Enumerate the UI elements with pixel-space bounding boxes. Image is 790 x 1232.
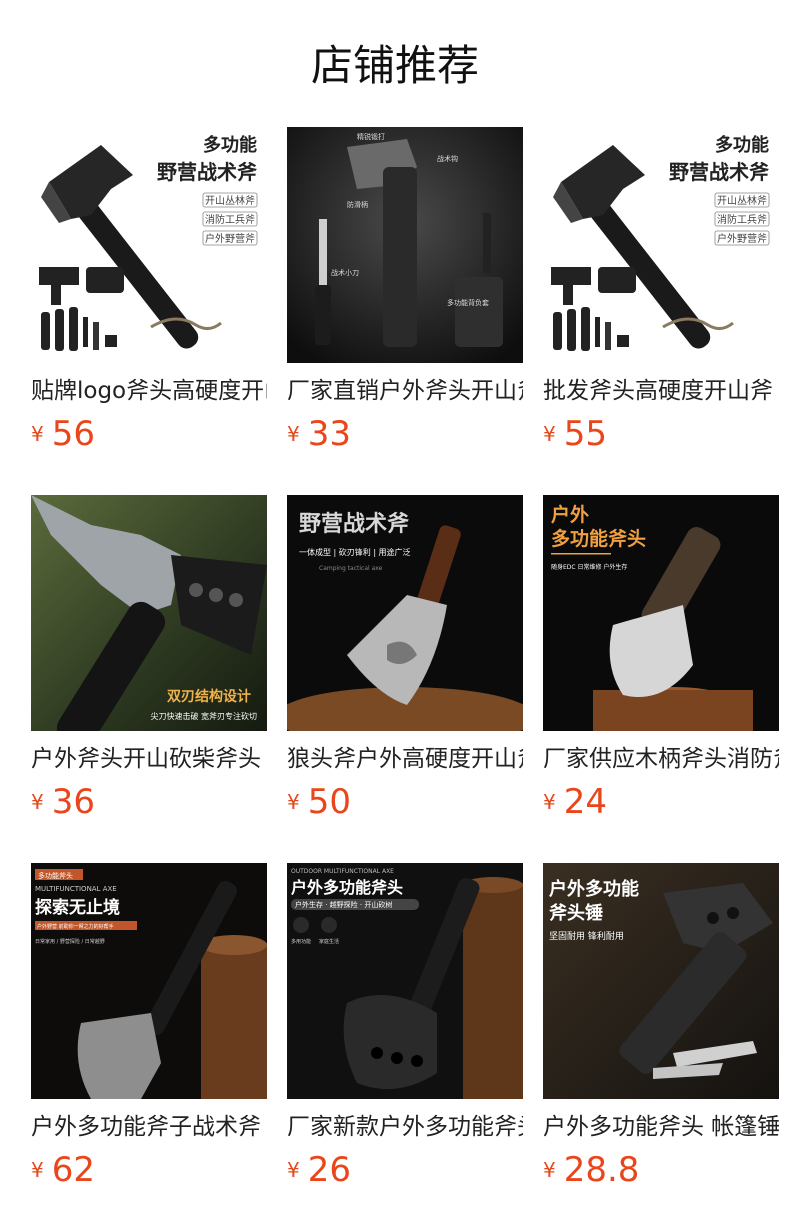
image-banner-text: 野营战术斧 xyxy=(157,160,258,184)
product-card[interactable]: 户外多功能 斧头锤 坚固耐用 锋利耐用 户外多功能斧头 帐篷锤 ¥28.8 xyxy=(543,863,779,1196)
product-price: ¥56 xyxy=(31,414,267,460)
product-image[interactable]: 户外 多功能斧头 随身EDC 日常维修 户外生存 xyxy=(543,495,779,731)
image-banner-text: 户外生存 · 越野探险 · 开山砍树 xyxy=(295,900,392,909)
image-callout: 防滑柄 xyxy=(347,200,368,209)
price-value: 50 xyxy=(307,782,351,822)
product-title[interactable]: 厂家新款户外多功能斧头 xyxy=(287,1112,523,1142)
image-banner-text: 斧头锤 xyxy=(549,902,603,924)
image-tag: 开山丛林斧 xyxy=(717,194,767,207)
product-card[interactable]: 多功能 野营战术斧 开山丛林斧 消防工兵斧 户外野营斧 贴牌logo斧头高硬度开… xyxy=(31,127,267,460)
currency-symbol: ¥ xyxy=(31,422,44,446)
product-image[interactable]: 野营战术斧 一体成型 | 砍刃锋利 | 用途广泛 Camping tactica… xyxy=(287,495,523,731)
product-title[interactable]: 厂家供应木柄斧头消防斧 xyxy=(543,744,779,774)
product-title[interactable]: 批发斧头高硬度开山斧 xyxy=(543,376,779,406)
image-banner-text: 野营战术斧 xyxy=(299,512,410,537)
image-banner-text: 户外多功能 xyxy=(549,878,639,900)
currency-symbol: ¥ xyxy=(287,790,300,814)
product-image[interactable]: 户外多功能 斧头锤 坚固耐用 锋利耐用 xyxy=(543,863,779,1099)
image-banner-text: 户外多功能斧头 xyxy=(291,878,403,897)
currency-symbol: ¥ xyxy=(287,1158,300,1182)
product-price: ¥50 xyxy=(287,782,523,828)
image-tag: 户外野营斧 xyxy=(205,232,255,245)
image-callout: 多功能背负套 xyxy=(447,298,489,307)
product-price: ¥26 xyxy=(287,1150,523,1196)
image-banner-text: 探索无止境 xyxy=(35,897,120,918)
image-banner-text: 日常家用 / 野营探险 / 日常越野 xyxy=(35,938,105,945)
product-price: ¥55 xyxy=(543,414,779,460)
product-title[interactable]: 户外多功能斧子战术斧 xyxy=(31,1112,267,1142)
image-badge: 家庭生活 xyxy=(319,938,339,945)
price-value: 55 xyxy=(563,414,607,454)
product-image[interactable]: 多功能 野营战术斧 开山丛林斧 消防工兵斧 户外野营斧 xyxy=(543,127,779,363)
price-value: 24 xyxy=(563,782,607,822)
currency-symbol: ¥ xyxy=(543,1158,556,1182)
product-price: ¥36 xyxy=(31,782,267,828)
currency-symbol: ¥ xyxy=(31,790,44,814)
price-value: 33 xyxy=(307,414,351,454)
image-tag: 开山丛林斧 xyxy=(205,194,255,207)
image-callout: 战术小刀 xyxy=(331,268,359,277)
product-price: ¥28.8 xyxy=(543,1150,779,1196)
product-card[interactable]: 多功能 野营战术斧 开山丛林斧 消防工兵斧 户外野营斧 批发斧头高硬度开山斧 ¥… xyxy=(543,127,779,460)
image-banner-text: 一体成型 | 砍刃锋利 | 用途广泛 xyxy=(299,547,411,557)
image-banner-text: 双刃结构设计 xyxy=(167,688,251,705)
image-tag: 消防工兵斧 xyxy=(205,213,255,226)
product-price: ¥33 xyxy=(287,414,523,460)
image-banner-text: OUTDOOR MULTIFUNCTIONAL AXE xyxy=(291,868,394,875)
image-banner-text: 多功能 xyxy=(715,134,769,156)
image-callout: 精锐锻打 xyxy=(357,132,385,141)
image-banner-text: 多功能 xyxy=(203,134,257,156)
product-title[interactable]: 户外多功能斧头 帐篷锤 xyxy=(543,1112,779,1142)
product-image[interactable]: 精锐锻打 战术钩 防滑柄 战术小刀 多功能背负套 xyxy=(287,127,523,363)
price-value: 28.8 xyxy=(563,1150,640,1190)
product-image[interactable]: 多功能 野营战术斧 开山丛林斧 消防工兵斧 户外野营斧 xyxy=(31,127,267,363)
image-banner-text: 户外 xyxy=(551,503,589,526)
product-title[interactable]: 狼头斧户外高硬度开山斧 xyxy=(287,744,523,774)
product-title[interactable]: 厂家直销户外斧头开山斧 xyxy=(287,376,523,406)
currency-symbol: ¥ xyxy=(543,422,556,446)
currency-symbol: ¥ xyxy=(31,1158,44,1182)
product-image[interactable]: 双刃结构设计 尖刀快速击破 宽斧刃专注砍切 xyxy=(31,495,267,731)
image-banner-text: 尖刀快速击破 宽斧刃专注砍切 xyxy=(150,711,257,721)
image-banner-text: 多功能斧头 xyxy=(38,871,73,880)
image-banner-text: 野营战术斧 xyxy=(669,160,770,184)
image-banner-text: 多功能斧头 xyxy=(551,527,646,550)
section-title: 店铺推荐 xyxy=(310,41,479,90)
currency-symbol: ¥ xyxy=(287,422,300,446)
product-card[interactable]: 双刃结构设计 尖刀快速击破 宽斧刃专注砍切 户外斧头开山砍柴斧头 ¥36 xyxy=(31,495,267,828)
product-card[interactable]: 户外 多功能斧头 随身EDC 日常维修 户外生存 厂家供应木柄斧头消防斧 ¥24 xyxy=(543,495,779,828)
product-title[interactable]: 贴牌logo斧头高硬度开山砍柴斧 xyxy=(31,376,267,406)
product-price: ¥24 xyxy=(543,782,779,828)
price-value: 62 xyxy=(51,1150,95,1190)
image-banner-text: Camping tactical axe xyxy=(319,565,383,572)
image-banner-text: 坚固耐用 锋利耐用 xyxy=(549,930,624,942)
product-card[interactable]: OUTDOOR MULTIFUNCTIONAL AXE 户外多功能斧头 户外生存… xyxy=(287,863,523,1196)
currency-symbol: ¥ xyxy=(543,790,556,814)
product-card[interactable]: 精锐锻打 战术钩 防滑柄 战术小刀 多功能背负套 厂家直销户外斧头开山斧 ¥33 xyxy=(287,127,523,460)
image-callout: 战术钩 xyxy=(437,154,458,163)
image-tag: 户外野营斧 xyxy=(717,232,767,245)
image-badge: 多用功能 xyxy=(291,938,311,945)
image-banner-text: 户外野营 前助你一臂之力的好帮手 xyxy=(37,923,114,930)
product-card[interactable]: 多功能斧头 MULTIFUNCTIONAL AXE 探索无止境 户外野营 前助你… xyxy=(31,863,267,1196)
price-value: 26 xyxy=(307,1150,351,1190)
product-price: ¥62 xyxy=(31,1150,267,1196)
image-tag: 消防工兵斧 xyxy=(717,213,767,226)
price-value: 56 xyxy=(51,414,95,454)
price-value: 36 xyxy=(51,782,95,822)
product-title[interactable]: 户外斧头开山砍柴斧头 xyxy=(31,744,267,774)
product-card[interactable]: 野营战术斧 一体成型 | 砍刃锋利 | 用途广泛 Camping tactica… xyxy=(287,495,523,828)
product-image[interactable]: OUTDOOR MULTIFUNCTIONAL AXE 户外多功能斧头 户外生存… xyxy=(287,863,523,1099)
image-banner-text: MULTIFUNCTIONAL AXE xyxy=(35,885,117,893)
image-banner-text: 随身EDC 日常维修 户外生存 xyxy=(551,563,627,571)
product-image[interactable]: 多功能斧头 MULTIFUNCTIONAL AXE 探索无止境 户外野营 前助你… xyxy=(31,863,267,1099)
